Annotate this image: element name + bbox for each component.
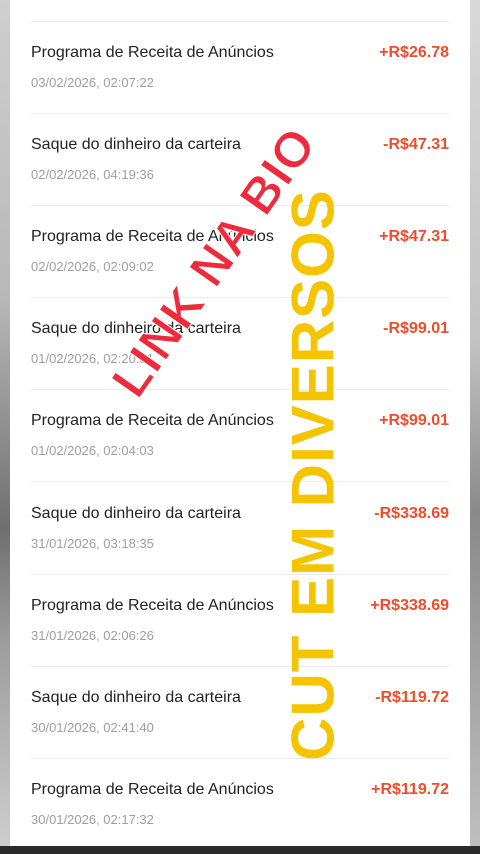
background-right-edge: [470, 0, 480, 854]
transaction-row[interactable]: Saque do dinheiro da carteira 01/02/2026…: [10, 298, 470, 390]
transaction-amount: -R$119.72: [375, 689, 449, 706]
row-divider: [30, 481, 450, 482]
transaction-date: 30/01/2026, 02:41:40: [31, 720, 154, 735]
bottom-edge-bar: [0, 846, 480, 854]
background-left-edge: [0, 0, 10, 854]
transaction-amount: +R$26.78: [379, 44, 449, 61]
transaction-date: 01/02/2026, 02:04:03: [31, 443, 154, 458]
transaction-row[interactable]: Programa de Receita de Anúncios 31/01/20…: [10, 575, 470, 667]
transaction-date: 31/01/2026, 03:18:35: [31, 536, 154, 551]
transaction-row[interactable]: Programa de Receita de Anúncios 30/01/20…: [10, 759, 470, 851]
transaction-history-panel: Programa de Receita de Anúncios 03/02/20…: [10, 0, 470, 846]
transaction-title: Saque do dinheiro da carteira: [31, 689, 241, 706]
transaction-date: 30/01/2026, 02:17:32: [31, 812, 154, 827]
transaction-title: Programa de Receita de Anúncios: [31, 44, 274, 61]
transaction-date: 31/01/2026, 02:06:26: [31, 628, 154, 643]
transaction-amount: -R$338.69: [374, 505, 449, 522]
transaction-date: 03/02/2026, 02:07:22: [31, 75, 154, 90]
transaction-amount: +R$47.31: [379, 228, 449, 245]
transaction-date: 02/02/2026, 04:19:36: [31, 167, 154, 182]
transaction-title: Programa de Receita de Anúncios: [31, 597, 274, 614]
transaction-amount: +R$99.01: [379, 412, 449, 429]
overlay-cut-em-diversos-text: CUT EM DIVERSOS: [279, 189, 347, 761]
transaction-row[interactable]: Programa de Receita de Anúncios 03/02/20…: [10, 22, 470, 114]
transaction-title: Saque do dinheiro da carteira: [31, 505, 241, 522]
transaction-row[interactable]: Programa de Receita de Anúncios 01/02/20…: [10, 390, 470, 482]
transaction-row[interactable]: Saque do dinheiro da carteira 31/01/2026…: [10, 483, 470, 575]
transaction-title: Programa de Receita de Anúncios: [31, 412, 274, 429]
transaction-date: 02/02/2026, 02:09:02: [31, 259, 154, 274]
transaction-amount: -R$47.31: [383, 136, 449, 153]
transaction-title: Saque do dinheiro da carteira: [31, 136, 241, 153]
transaction-amount: -R$99.01: [383, 320, 449, 337]
transaction-amount: +R$338.69: [370, 597, 449, 614]
transaction-title: Programa de Receita de Anúncios: [31, 781, 274, 798]
transaction-row[interactable]: Saque do dinheiro da carteira 30/01/2026…: [10, 667, 470, 759]
transaction-amount: +R$119.72: [371, 781, 449, 798]
